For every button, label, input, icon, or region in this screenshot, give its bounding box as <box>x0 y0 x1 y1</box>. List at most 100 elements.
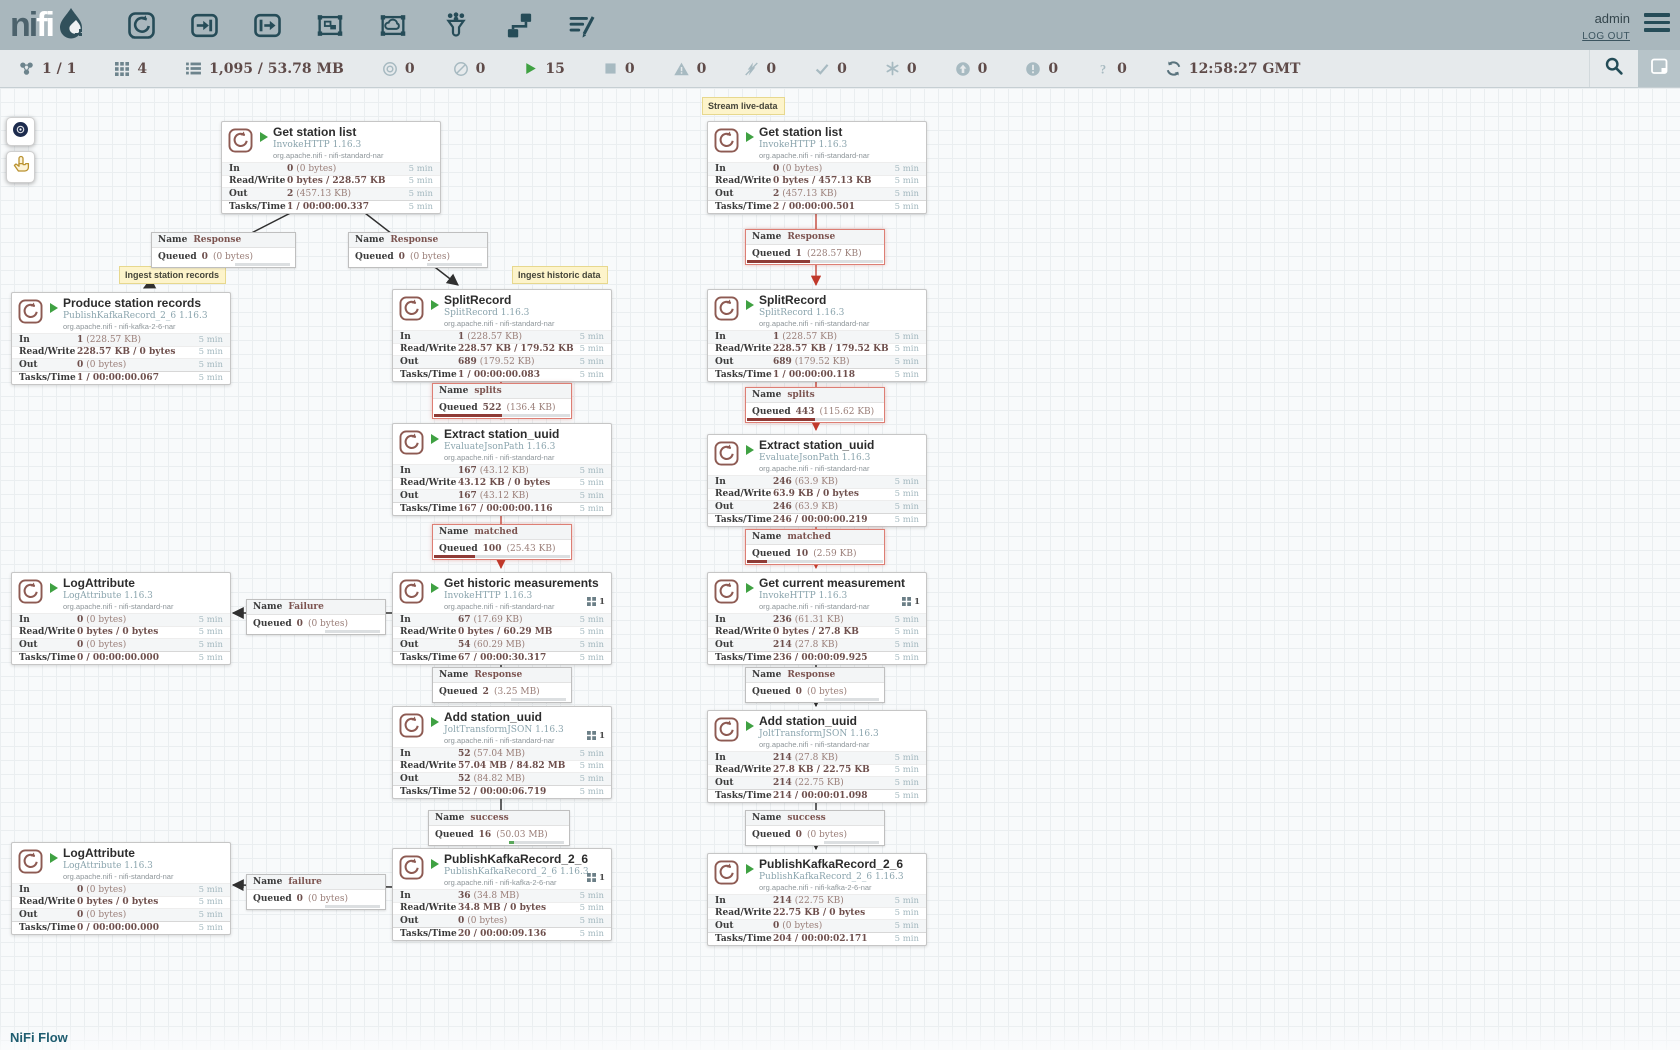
funnel-button[interactable] <box>438 7 474 43</box>
panel-toggle-button[interactable] <box>1638 50 1680 87</box>
processor-header: Add station_uuidJoltTransformJSON 1.16.3… <box>708 711 926 751</box>
stat-window: 5 min <box>895 627 919 637</box>
connection-label[interactable]: NamematchedQueued10(2.59 KB) <box>745 529 885 565</box>
stat-window: 5 min <box>580 916 604 926</box>
queued-count: 0 <box>399 252 405 262</box>
refresh-icon[interactable] <box>1165 60 1182 77</box>
output-port-button[interactable] <box>249 7 285 43</box>
connection-queued-label: Queued <box>439 403 478 413</box>
overlay-hand-button[interactable] <box>6 151 35 183</box>
connection-label[interactable]: NameResponseQueued0(0 bytes) <box>745 667 885 703</box>
stat-label: Out <box>400 357 458 367</box>
connection-label[interactable]: NameFailureQueued0(0 bytes) <box>246 599 386 635</box>
flow-canvas[interactable]: Stream live-data Ingest station records In… <box>0 88 1680 1050</box>
queue-percent-bar <box>325 630 380 633</box>
queue-percent-bar <box>747 260 883 263</box>
processor-stamp-icon <box>713 440 740 472</box>
stat-value: 214(22.75 KB) <box>773 896 895 906</box>
breadcrumb-root[interactable]: NiFi Flow <box>10 1030 68 1045</box>
canvas-label[interactable]: Ingest historic data <box>512 266 608 284</box>
connection-label[interactable]: NameResponseQueued0(0 bytes) <box>151 232 296 268</box>
connection-label[interactable]: NamesplitsQueued522(136.4 KB) <box>432 383 572 419</box>
running-icon <box>523 61 538 76</box>
funnel-icon <box>442 10 470 41</box>
stat-value-main: 0 bytes / 60.29 MB <box>458 627 552 637</box>
processor[interactable]: Get station listInvokeHTTP 1.16.3org.apa… <box>707 121 927 214</box>
queue-percent-bar <box>824 841 879 844</box>
template-button[interactable] <box>501 7 537 43</box>
stat-label: In <box>400 615 458 625</box>
connection-label[interactable]: NamesplitsQueued443(115.62 KB) <box>745 387 885 423</box>
stat-value: 0 / 00:00:00.000 <box>77 923 199 933</box>
remote-process-group-button[interactable] <box>375 7 411 43</box>
connection-label[interactable]: NamefailureQueued0(0 bytes) <box>246 874 386 910</box>
connection-queued-label: Queued <box>752 249 791 259</box>
stat-label: Out <box>715 189 773 199</box>
processor[interactable]: Extract station_uuidEvaluateJsonPath 1.1… <box>392 423 612 516</box>
queued-count: 2 <box>483 687 489 697</box>
global-menu-icon[interactable] <box>1644 10 1670 36</box>
stat-value-main: 0 <box>773 164 779 174</box>
stat-value-main: 34.8 MB / 0 bytes <box>458 903 546 913</box>
processor-type: PublishKafkaRecord_2_6 1.16.3 <box>759 872 920 882</box>
connection-name-label: Name <box>253 877 282 887</box>
stat-value-extra: (27.8 KB) <box>795 753 838 763</box>
status-item: 0 <box>955 61 988 77</box>
stat-row: Read/Write0 bytes / 60.29 MB5 min <box>393 626 611 639</box>
processor[interactable]: Extract station_uuidEvaluateJsonPath 1.1… <box>707 434 927 527</box>
queued-size: (0 bytes) <box>308 894 348 904</box>
connection-queued-row: Queued100(25.43 KB) <box>433 540 571 559</box>
canvas-label[interactable]: Ingest station records <box>119 266 226 284</box>
connection-queued-row: Queued10(2.59 KB) <box>746 545 884 564</box>
processor[interactable]: LogAttributeLogAttribute 1.16.3org.apach… <box>11 842 231 935</box>
refresh-time: 12:58:27 GMT <box>1165 60 1301 77</box>
overlay-target-button[interactable] <box>6 117 35 146</box>
connection-label[interactable]: NameResponseQueued0(0 bytes) <box>348 232 488 268</box>
connection-label[interactable]: NameResponseQueued1(228.57 KB) <box>745 229 885 265</box>
processor-button[interactable] <box>123 7 159 43</box>
connection-label[interactable]: NamesuccessQueued0(0 bytes) <box>745 810 885 846</box>
connection-label[interactable]: NamematchedQueued100(25.43 KB) <box>432 524 572 560</box>
search-button[interactable] <box>1589 50 1638 87</box>
connection-queued-label: Queued <box>253 894 292 904</box>
processor[interactable]: SplitRecordSplitRecord 1.16.3org.apache.… <box>707 289 927 382</box>
processor[interactable]: Get historic measurementsInvokeHTTP 1.16… <box>392 572 612 665</box>
processor[interactable]: Get current measurementInvokeHTTP 1.16.3… <box>707 572 927 665</box>
processor[interactable]: Add station_uuidJoltTransformJSON 1.16.3… <box>707 710 927 803</box>
stat-window: 5 min <box>199 640 223 650</box>
processor[interactable]: PublishKafkaRecord_2_6PublishKafkaRecord… <box>707 853 927 946</box>
stat-label: In <box>715 615 773 625</box>
stat-value: 0(0 bytes) <box>77 615 199 625</box>
stat-value-extra: (84.82 MB) <box>474 774 525 784</box>
running-status-icon <box>431 859 439 869</box>
processor-name: Get historic measurements <box>444 577 605 590</box>
processor-type: PublishKafkaRecord_2_6 1.16.3 <box>444 867 605 877</box>
running-status-icon <box>50 303 58 313</box>
connection-queued-row: Queued522(136.4 KB) <box>433 399 571 418</box>
canvas-label[interactable]: Stream live-data <box>702 97 785 115</box>
stat-value-main: 0 / 00:00:00.000 <box>77 923 159 933</box>
panel-toggle-icon <box>1648 55 1670 82</box>
processor[interactable]: PublishKafkaRecord_2_6PublishKafkaRecord… <box>392 848 612 941</box>
processor-header: SplitRecordSplitRecord 1.16.3org.apache.… <box>708 290 926 330</box>
processor[interactable]: Add station_uuidJoltTransformJSON 1.16.3… <box>392 706 612 799</box>
process-group-button[interactable] <box>312 7 348 43</box>
connection-name-label: Name <box>253 602 282 612</box>
processor[interactable]: Produce station recordsPublishKafkaRecor… <box>11 292 231 385</box>
active-threads-count: 1 <box>599 731 605 741</box>
stat-value: 2(457.13 KB) <box>287 189 409 199</box>
stat-window: 5 min <box>199 360 223 370</box>
label-button[interactable] <box>564 7 600 43</box>
input-port-button[interactable] <box>186 7 222 43</box>
status-count: 1,095 / 53.78 MB <box>209 61 344 77</box>
processor[interactable]: SplitRecordSplitRecord 1.16.3org.apache.… <box>392 289 612 382</box>
processor-type: LogAttribute 1.16.3 <box>63 861 224 871</box>
connection-label[interactable]: NameResponseQueued2(3.25 MB) <box>432 667 572 703</box>
connection-relationship: failure <box>288 877 322 887</box>
stat-window: 5 min <box>580 774 604 784</box>
stat-value-main: 52 <box>458 774 471 784</box>
processor[interactable]: LogAttributeLogAttribute 1.16.3org.apach… <box>11 572 231 665</box>
connection-label[interactable]: NamesuccessQueued16(50.03 MB) <box>428 810 570 846</box>
logout-link[interactable]: LOG OUT <box>1582 31 1630 42</box>
processor[interactable]: Get station listInvokeHTTP 1.16.3org.apa… <box>221 121 441 214</box>
